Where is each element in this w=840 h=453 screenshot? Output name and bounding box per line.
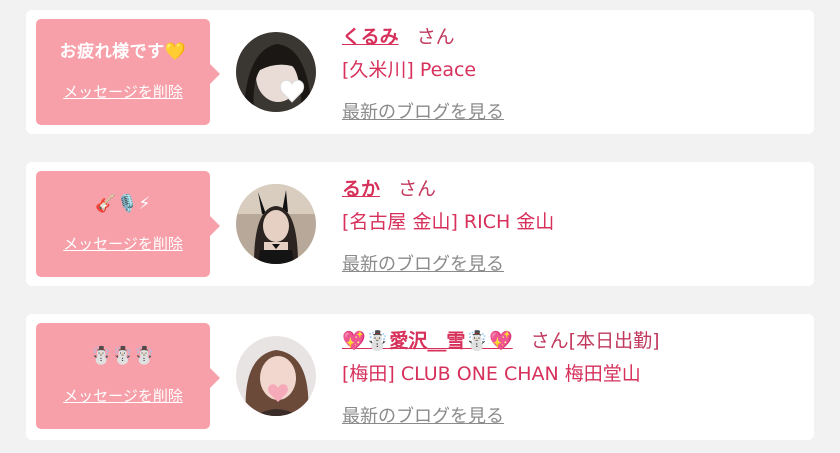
avatar-photo-icon	[236, 184, 316, 264]
message-bubble: お疲れ様です💛 メッセージを削除	[36, 19, 220, 125]
delete-message-link[interactable]: メッセージを削除	[36, 385, 210, 406]
message-bubble: ☃️☃️☃️ メッセージを削除	[36, 323, 220, 429]
shop-name: [久米川] Peace	[342, 59, 477, 81]
message-text: ☃️☃️☃️	[90, 346, 156, 366]
delete-message-link[interactable]: メッセージを削除	[36, 81, 210, 102]
honorific: さん	[530, 330, 569, 352]
message-bubble: 🎸🎙️⚡ メッセージを削除	[36, 171, 220, 277]
latest-blog-link[interactable]: 最新のブログを見る	[342, 402, 504, 428]
message-text: 🎸🎙️⚡	[95, 194, 151, 214]
latest-blog-link[interactable]: 最新のブログを見る	[342, 98, 504, 124]
shop-name: [名古屋 金山] RICH 金山	[342, 211, 555, 233]
attendance-badge: [本日出勤]	[568, 330, 660, 352]
latest-blog-link[interactable]: 最新のブログを見る	[342, 250, 504, 276]
message-list: お疲れ様です💛 メッセージを削除 くるみ さん [久米川] Peace 最新のブ…	[0, 0, 840, 453]
cast-info: くるみ さん [久米川] Peace 最新のブログを見る	[342, 22, 504, 124]
delete-message-link[interactable]: メッセージを削除	[36, 233, 210, 254]
cast-info: 💖☃️愛沢__雪☃️💖 さん [本日出勤] [梅田] CLUB ONE CHAN…	[342, 326, 659, 428]
honorific: さん	[416, 26, 455, 48]
cast-name-link[interactable]: くるみ	[342, 22, 399, 49]
cast-info: るか さん [名古屋 金山] RICH 金山 最新のブログを見る	[342, 174, 554, 276]
avatar[interactable]	[236, 184, 316, 264]
cast-name-link[interactable]: るか	[342, 174, 380, 201]
message-card: お疲れ様です💛 メッセージを削除 くるみ さん [久米川] Peace 最新のブ…	[26, 10, 814, 134]
message-text: お疲れ様です💛	[59, 42, 187, 62]
avatar[interactable]	[236, 32, 316, 112]
avatar-photo-icon	[236, 336, 316, 416]
shop-name: [梅田] CLUB ONE CHAN 梅田堂山	[342, 363, 641, 385]
cast-name-link[interactable]: 💖☃️愛沢__雪☃️💖	[342, 326, 513, 353]
message-card: ☃️☃️☃️ メッセージを削除 💖☃️愛沢__雪☃️💖 さん [本日出勤] [梅…	[26, 314, 814, 440]
avatar[interactable]	[236, 336, 316, 416]
avatar-photo-icon	[236, 32, 316, 112]
message-card: 🎸🎙️⚡ メッセージを削除 るか さん [名古屋 金山] RICH 金山 最新の…	[26, 162, 814, 286]
honorific: さん	[398, 178, 437, 200]
